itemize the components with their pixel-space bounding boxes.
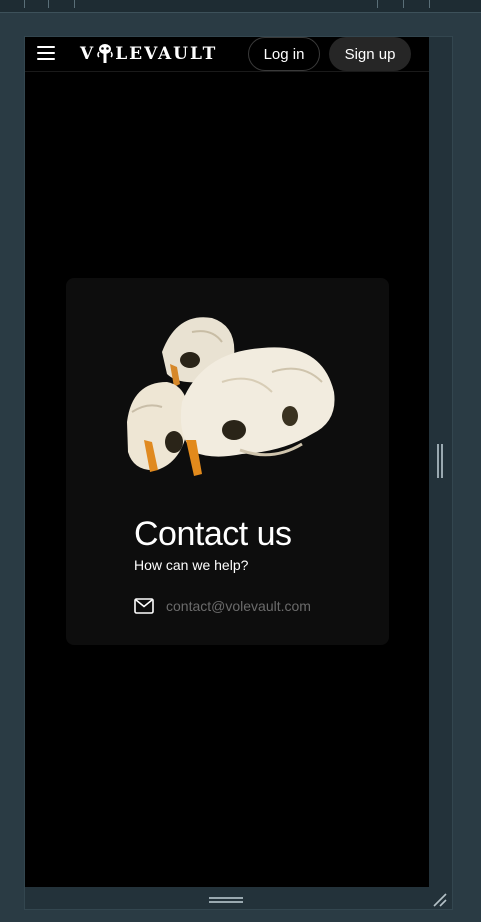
ruler-tick bbox=[24, 0, 25, 8]
site-logo[interactable]: V LEVAULT bbox=[80, 42, 217, 66]
devtools-top-bar bbox=[0, 0, 481, 13]
bottom-resize-handle[interactable] bbox=[209, 897, 243, 903]
contact-title: Contact us bbox=[134, 515, 292, 553]
ruler-tick bbox=[48, 0, 49, 8]
contact-email-row: contact@volevault.com bbox=[134, 596, 311, 616]
mail-icon bbox=[134, 598, 154, 614]
ruler-tick bbox=[74, 0, 75, 8]
side-resize-handle[interactable] bbox=[437, 444, 443, 478]
login-button[interactable]: Log in bbox=[248, 37, 320, 71]
site-header: V LEVAULT Log in Sign up bbox=[25, 37, 429, 72]
resize-grip-icon[interactable] bbox=[432, 892, 448, 908]
logo-text-left: V bbox=[80, 44, 96, 64]
ruler-tick bbox=[403, 0, 404, 8]
vole-skulls-image bbox=[127, 317, 335, 476]
logo-text-right: LEVAULT bbox=[115, 44, 218, 64]
skull-left bbox=[127, 382, 189, 472]
contact-card: Contact us How can we help? contact@vole… bbox=[66, 278, 389, 645]
vole-skull-icon bbox=[97, 44, 113, 63]
hamburger-menu-icon[interactable] bbox=[37, 46, 55, 60]
page-viewport: V LEVAULT Log in Sign up Contact us How … bbox=[25, 37, 429, 887]
ruler-tick bbox=[377, 0, 378, 8]
signup-button[interactable]: Sign up bbox=[329, 37, 411, 71]
contact-subtitle: How can we help? bbox=[134, 557, 249, 573]
contact-email-link[interactable]: contact@volevault.com bbox=[166, 598, 311, 614]
ruler-tick bbox=[429, 0, 430, 8]
